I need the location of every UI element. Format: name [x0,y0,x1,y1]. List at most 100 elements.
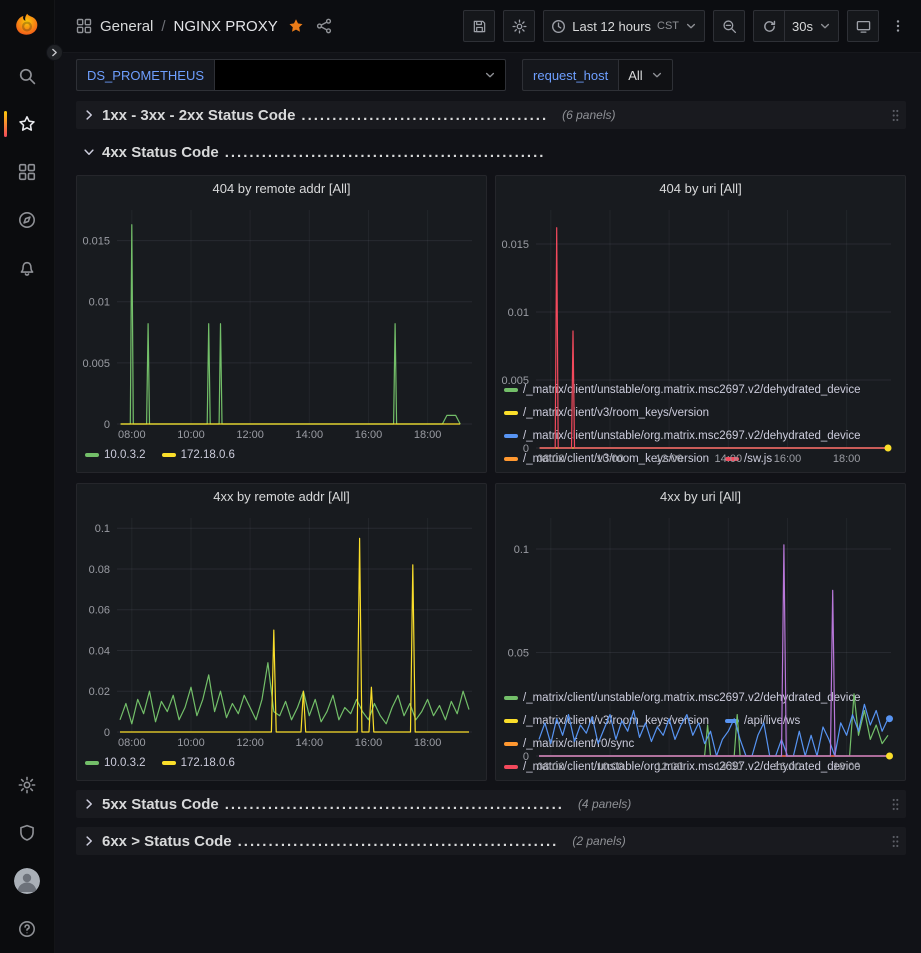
sidebar-item-search[interactable] [0,52,54,100]
sidebar-item-explore[interactable] [0,196,54,244]
legend-item[interactable]: 10.0.3.2 [85,445,146,465]
chevron-right-icon [50,48,59,57]
legend-item[interactable]: 172.18.0.6 [162,753,235,773]
row-5xx-status-code[interactable]: 5xx Status Code ........................… [76,790,906,818]
datasource-value-dropdown[interactable] [214,59,506,91]
series-line [540,228,887,448]
row-1xx-3xx-2xx-status-code[interactable]: 1xx - 3xx - 2xx Status Code ............… [76,101,906,129]
sidebar-item-dashboards[interactable] [0,148,54,196]
x-axis-tick-label: 16:00 [774,453,802,465]
breadcrumb: General / NGINX PROXY [76,18,332,35]
timeseries-chart[interactable]: 08:0010:0012:0014:0016:0018:0000.0050.01… [496,202,905,466]
x-axis-tick-label: 14:00 [296,737,324,749]
y-axis-tick-label: 0.06 [89,605,110,617]
row-4xx-status-code[interactable]: 4xx Status Code ........................… [76,138,906,166]
sidebar-item-profile[interactable] [0,857,54,905]
sidebar-item-starred[interactable] [0,100,54,148]
kebab-menu-button[interactable] [887,10,909,42]
y-axis-tick-label: 0.01 [508,307,529,319]
y-axis-tick-label: 0.1 [514,544,529,556]
dashboard-toolbar: Last 12 hours CST 30s [463,10,909,42]
sidebar-top-nav [0,52,54,292]
x-axis-tick-label: 18:00 [833,761,861,773]
tv-mode-button[interactable] [847,10,879,42]
sidebar-item-help[interactable] [0,905,54,953]
refresh-interval-dropdown[interactable]: 30s [785,10,839,42]
panel-title[interactable]: 404 by uri [All] [496,176,905,202]
panel-title[interactable]: 4xx by uri [All] [496,484,905,510]
timeseries-chart[interactable]: 08:0010:0012:0014:0016:0018:0000.050.1 [496,510,905,774]
chevron-right-icon [83,798,95,810]
panel-title[interactable]: 404 by remote addr [All] [77,176,486,202]
panel-chart-area[interactable]: 08:0010:0012:0014:0016:0018:0000.0050.01… [496,202,905,378]
panel-chart-area[interactable]: 08:0010:0012:0014:0016:0018:0000.020.040… [77,510,486,750]
panel-chart-area[interactable]: 08:0010:0012:0014:0016:0018:0000.050.1 [496,510,905,686]
panel-chart-area[interactable]: 08:0010:0012:0014:0016:0018:0000.0050.01… [77,202,486,442]
row-6xx-status-code[interactable]: 6xx > Status Code ......................… [76,827,906,855]
clock-icon [551,19,566,34]
explore-compass-icon [18,211,36,229]
chevron-down-icon [651,69,663,81]
y-axis-tick-label: 0.005 [82,358,110,370]
dashboards-grid-icon [18,163,36,181]
settings-gear-icon [512,19,527,34]
x-axis-tick-label: 08:00 [537,453,565,465]
chevron-down-icon [685,20,697,32]
top-navigation: General / NGINX PROXY La [55,0,921,53]
search-icon [18,67,36,85]
row-dots: ........................................… [225,144,546,161]
x-axis-tick-label: 08:00 [118,737,146,749]
grafana-flame-icon [13,12,41,40]
x-axis-tick-label: 16:00 [355,429,383,441]
sidebar-item-alerting[interactable] [0,244,54,292]
favorite-star-icon[interactable] [288,18,304,34]
row-title: 6xx > Status Code [102,833,232,850]
chevron-right-icon [83,109,95,121]
legend-label: 172.18.0.6 [181,445,235,465]
request-host-value-text: All [628,68,642,83]
x-axis-tick-label: 14:00 [715,453,743,465]
x-axis-tick-label: 08:00 [537,761,565,773]
zoom-out-button[interactable] [713,10,745,42]
share-icon[interactable] [316,18,332,34]
breadcrumb-folder[interactable]: General [100,18,153,35]
series-line [539,694,888,756]
grafana-logo[interactable] [0,0,54,52]
chevron-down-icon [83,146,95,158]
y-axis-tick-label: 0.015 [501,239,529,251]
x-axis-tick-label: 14:00 [296,429,324,441]
series-end-dot [886,753,893,760]
series-line [121,225,461,424]
y-axis-tick-label: 0.04 [89,646,110,658]
help-icon [18,920,36,938]
legend-item[interactable]: 172.18.0.6 [162,445,235,465]
sidebar-item-server-admin[interactable] [0,809,54,857]
chevron-right-icon [83,835,95,847]
timeseries-chart[interactable]: 08:0010:0012:0014:0016:0018:0000.0050.01… [77,202,486,442]
sidebar-item-configuration[interactable] [0,761,54,809]
expand-sidebar-button[interactable] [46,44,63,61]
breadcrumb-separator: / [161,18,165,35]
timeseries-chart[interactable]: 08:0010:0012:0014:0016:0018:0000.020.040… [77,510,486,750]
time-range-picker[interactable]: Last 12 hours CST [543,10,705,42]
panel-title[interactable]: 4xx by remote addr [All] [77,484,486,510]
series-end-dot [885,445,892,452]
row-title: 1xx - 3xx - 2xx Status Code [102,107,295,124]
dashboard-settings-button[interactable] [503,10,535,42]
x-axis-tick-label: 18:00 [414,429,442,441]
x-axis-tick-label: 16:00 [355,737,383,749]
chevron-down-icon [484,69,496,81]
row-drag-handle[interactable] [885,834,906,849]
refresh-button[interactable] [753,10,785,42]
timezone-label: CST [657,20,679,32]
server-admin-shield-icon [18,824,36,842]
legend-label: 10.0.3.2 [104,445,146,465]
save-dashboard-button[interactable] [463,10,495,42]
legend-swatch [85,761,99,765]
row-drag-handle[interactable] [885,797,906,812]
request-host-value-dropdown[interactable]: All [618,59,672,91]
legend-item[interactable]: 10.0.3.2 [85,753,146,773]
row-drag-handle[interactable] [885,108,906,123]
tv-mode-icon [856,19,871,34]
refresh-group: 30s [753,10,839,42]
